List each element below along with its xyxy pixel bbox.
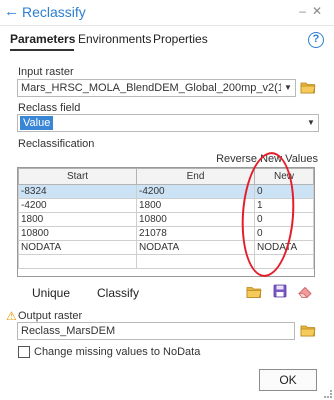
save-icon[interactable] [272, 284, 288, 298]
output-raster-label: Output raster [18, 310, 83, 322]
pin-icon[interactable]: – [299, 4, 312, 18]
table-row[interactable]: -8324 -4200 0 [18, 184, 314, 199]
browse-folder-icon[interactable] [300, 324, 316, 337]
reclassification-table[interactable]: Start End New -8324 -4200 0 -4200 1800 1… [17, 167, 315, 277]
tab-parameters[interactable]: Parameters [10, 32, 75, 46]
cell-new[interactable]: 1 [254, 198, 314, 213]
reclassification-label: Reclassification [18, 138, 95, 150]
cell-end[interactable] [136, 254, 255, 269]
missing-values-checkbox[interactable] [18, 346, 30, 358]
reclass-field-label: Reclass field [18, 102, 81, 114]
cell-start[interactable]: -4200 [18, 198, 137, 213]
cell-new[interactable]: 0 [254, 226, 314, 241]
cell-new[interactable] [254, 254, 314, 269]
window-title: Reclassify [22, 4, 86, 20]
warning-icon: ⚠ [6, 309, 17, 323]
input-raster-dropdown[interactable]: Mars_HRSC_MOLA_BlendDEM_Global_200mp_v2(… [17, 79, 296, 97]
cell-new[interactable]: NODATA [254, 240, 314, 255]
reclass-field-value: Value [20, 116, 54, 130]
missing-values-label: Change missing values to NoData [34, 346, 201, 358]
unique-button[interactable]: Unique [32, 286, 70, 300]
classify-button[interactable]: Classify [97, 286, 139, 300]
cell-end[interactable]: 1800 [136, 198, 255, 213]
help-icon[interactable]: ? [308, 32, 324, 48]
ok-button[interactable]: OK [259, 369, 317, 391]
column-header-new[interactable]: New [254, 168, 314, 185]
table-row[interactable]: 10800 21078 0 [18, 226, 314, 241]
cell-new[interactable]: 0 [254, 184, 314, 199]
table-row[interactable] [18, 254, 314, 269]
chevron-down-icon[interactable]: ▼ [281, 80, 295, 96]
table-header-row: Start End New [18, 168, 314, 185]
eraser-icon[interactable] [297, 285, 313, 299]
table-row[interactable]: NODATA NODATA NODATA [18, 240, 314, 255]
tab-properties[interactable]: Properties [153, 32, 208, 46]
output-raster-value: Reclass_MarsDEM [21, 325, 116, 337]
cell-start[interactable]: NODATA [18, 240, 137, 255]
reclass-field-dropdown[interactable]: Value ▼ [17, 114, 319, 132]
cell-start[interactable] [18, 254, 137, 269]
cell-end[interactable]: -4200 [136, 184, 255, 199]
tab-environments[interactable]: Environments [78, 32, 151, 46]
title-bar: ← Reclassify –✕ [0, 0, 334, 26]
reverse-new-values-link[interactable]: Reverse New Values [216, 153, 318, 165]
browse-folder-icon[interactable] [300, 81, 316, 94]
back-arrow-icon[interactable]: ← [4, 3, 20, 21]
cell-new[interactable]: 0 [254, 212, 314, 227]
close-icon[interactable]: ✕ [312, 4, 328, 18]
active-tab-indicator [10, 49, 74, 51]
cell-start[interactable]: 10800 [18, 226, 137, 241]
column-header-start[interactable]: Start [18, 168, 137, 185]
cell-end[interactable]: 21078 [136, 226, 255, 241]
window-controls[interactable]: –✕ [299, 4, 328, 18]
output-raster-input[interactable]: Reclass_MarsDEM [17, 322, 295, 340]
cell-start[interactable]: -8324 [18, 184, 137, 199]
input-raster-label: Input raster [18, 66, 74, 78]
table-row[interactable]: -4200 1800 1 [18, 198, 314, 213]
chevron-down-icon[interactable]: ▼ [304, 115, 318, 131]
cell-end[interactable]: 10800 [136, 212, 255, 227]
open-folder-icon[interactable] [246, 285, 262, 299]
cell-end[interactable]: NODATA [136, 240, 255, 255]
cell-start[interactable]: 1800 [18, 212, 137, 227]
column-header-end[interactable]: End [136, 168, 255, 185]
input-raster-value: Mars_HRSC_MOLA_BlendDEM_Global_200mp_v2(… [21, 82, 281, 94]
tab-bar: Parameters Environments Properties [10, 32, 330, 51]
resize-grip[interactable] [324, 390, 332, 398]
table-row[interactable]: 1800 10800 0 [18, 212, 314, 227]
